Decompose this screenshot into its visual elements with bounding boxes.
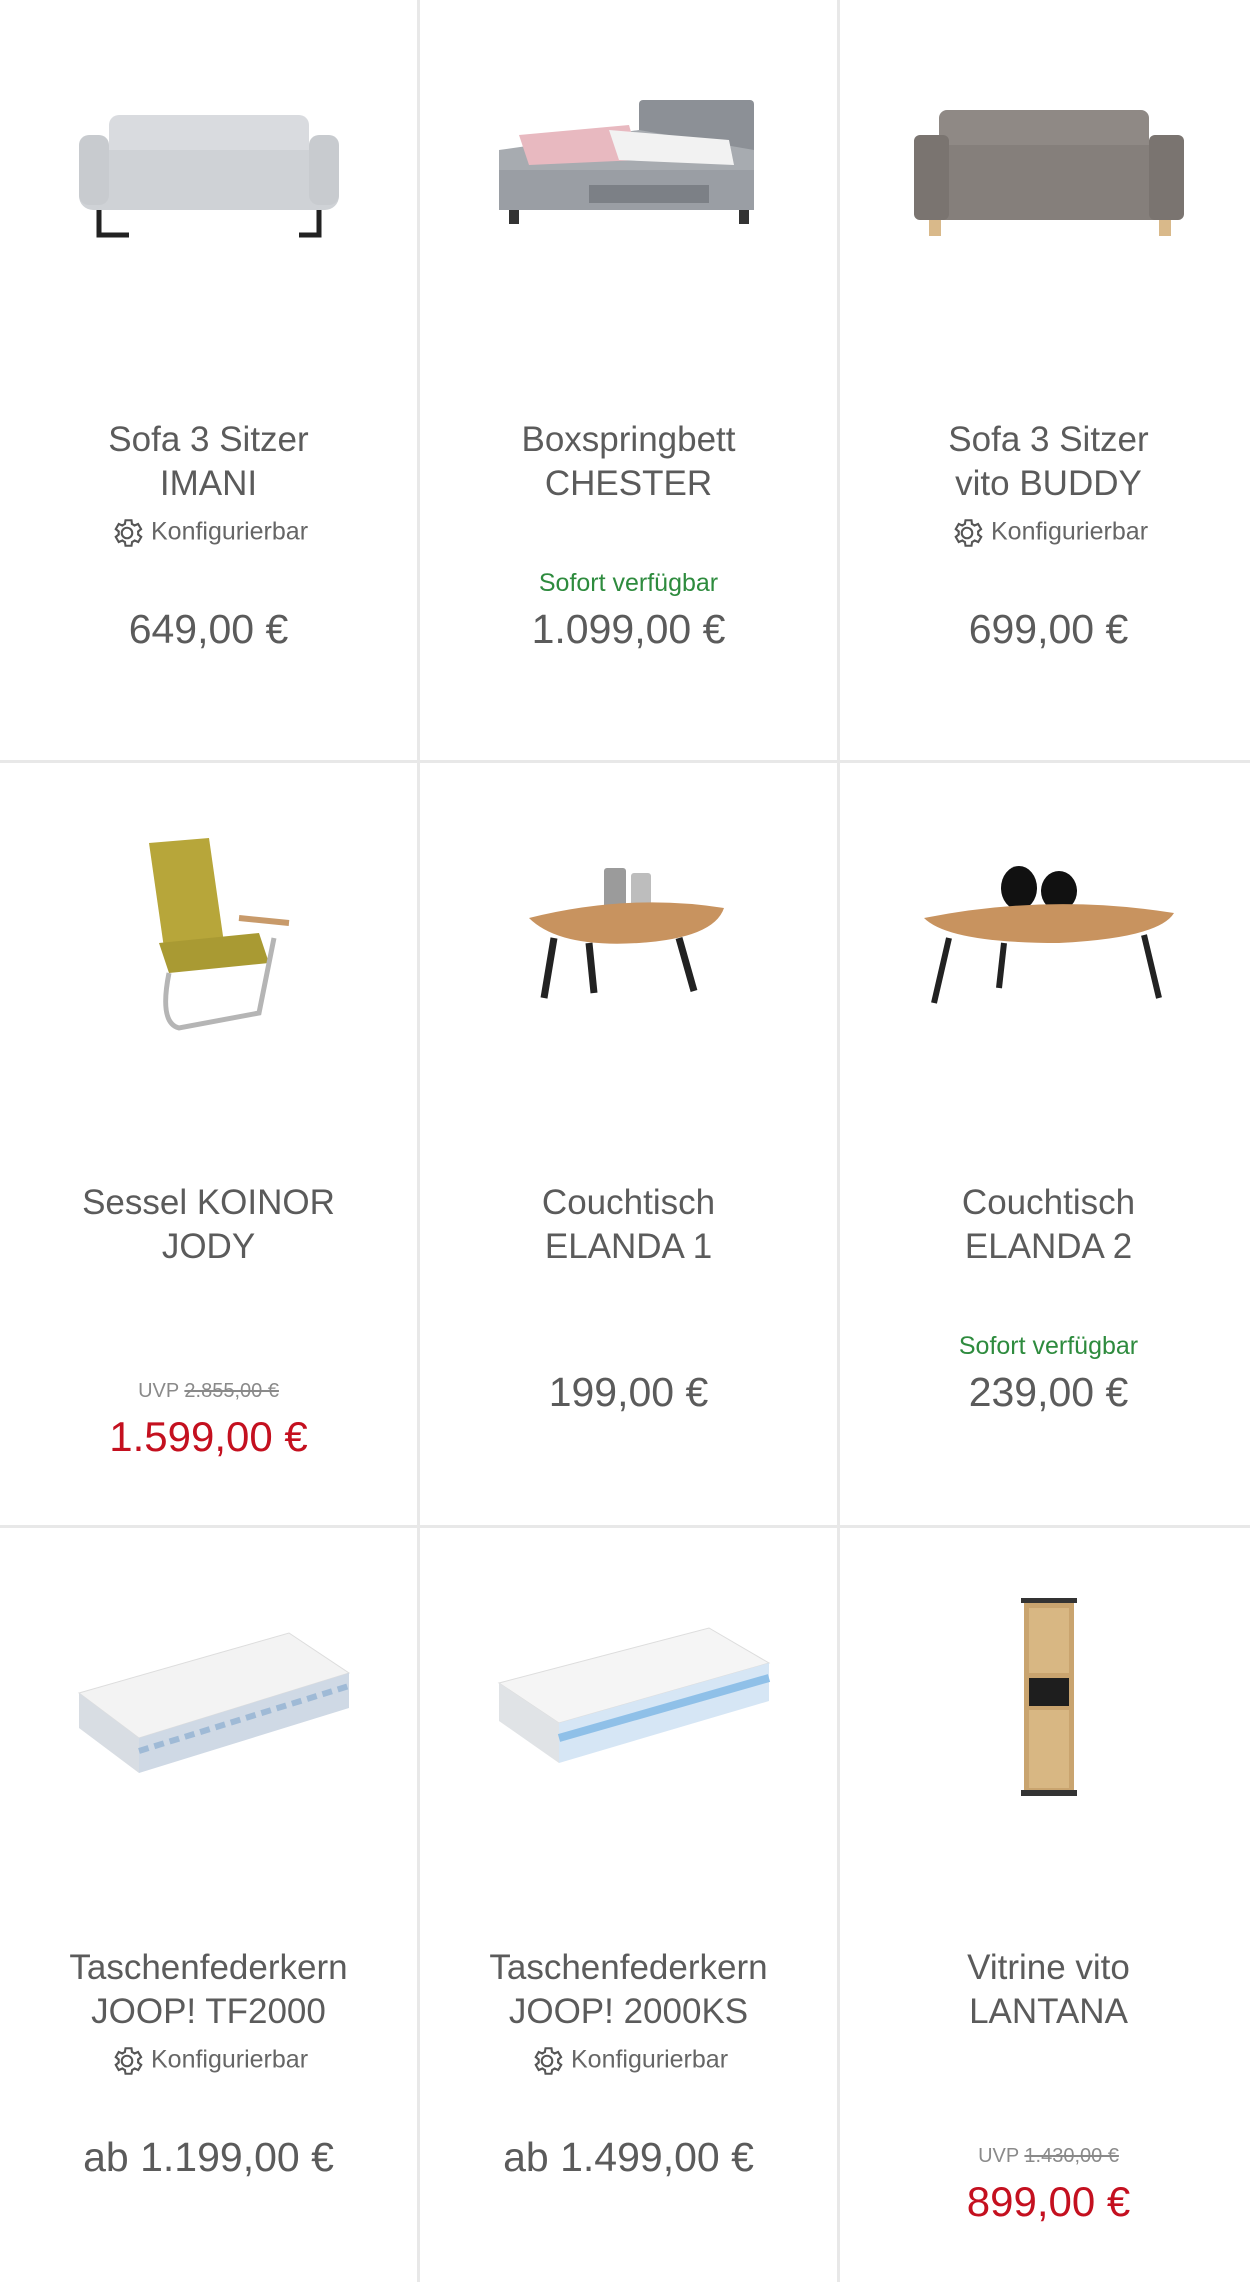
uvp-label: UVP: [138, 1380, 179, 1402]
product-title[interactable]: Taschenfederkern JOOP! 2000KS: [420, 1946, 837, 2034]
product-card[interactable]: Vitrine vito LANTANA UVP 1.430,00 € 899,…: [840, 1528, 1250, 2288]
product-card[interactable]: Couchtisch ELANDA 2 Sofort verfügbar 239…: [840, 763, 1250, 1523]
product-title-line: Couchtisch: [541, 1183, 716, 1222]
product-image[interactable]: [840, 40, 1250, 300]
product-title-line: Taschenfederkern: [489, 1948, 768, 1987]
configurable-badge: Konfigurierbar: [0, 2043, 417, 2079]
product-title-line: ELANDA 1: [544, 1227, 713, 1266]
product-title-line: JOOP! 2000KS: [508, 1992, 749, 2031]
product-title-line: vito BUDDY: [955, 464, 1142, 503]
product-image[interactable]: [420, 1568, 837, 1828]
product-title-line: Boxspringbett: [521, 420, 736, 459]
sale-price: 1.599,00 €: [109, 1413, 308, 1460]
product-price: 1.099,00 €: [531, 606, 726, 652]
product-title[interactable]: Sofa 3 Sitzer IMANI: [0, 418, 417, 506]
product-image[interactable]: [420, 40, 837, 300]
product-card[interactable]: Sofa 3 Sitzer vito BUDDY Konfigurierbar …: [840, 0, 1250, 760]
product-title-line: Sessel KOINOR: [82, 1183, 335, 1222]
gear-icon: [114, 2047, 143, 2075]
product-image[interactable]: [840, 1568, 1250, 1828]
product-title-line: LANTANA: [969, 1992, 1128, 2031]
product-title[interactable]: Couchtisch ELANDA 1: [420, 1181, 837, 1269]
badge-label: Konfigurierbar: [150, 517, 309, 546]
uvp-price: UVP 2.855,00 €: [0, 1380, 417, 1403]
product-image[interactable]: [420, 803, 837, 1063]
configurable-badge: Konfigurierbar: [840, 515, 1250, 551]
uvp-price: UVP 1.430,00 €: [840, 2145, 1250, 2168]
product-image[interactable]: [0, 40, 417, 300]
badge-label: Konfigurierbar: [990, 517, 1149, 546]
product-title-line: Sofa 3 Sitzer: [108, 420, 309, 459]
product-title-line: Vitrine vito: [967, 1948, 1130, 1987]
product-image[interactable]: [0, 803, 417, 1063]
product-price: 199,00 €: [548, 1369, 709, 1415]
product-title[interactable]: Sessel KOINOR JODY: [0, 1181, 417, 1269]
product-image[interactable]: [0, 1568, 417, 1828]
product-title-line: Couchtisch: [961, 1183, 1136, 1222]
product-price: ab 1.499,00 €: [503, 2134, 754, 2180]
product-card[interactable]: Taschenfederkern JOOP! 2000KS Konfigurie…: [420, 1528, 837, 2288]
product-card[interactable]: Boxspringbett CHESTER Sofort verfügbar 1…: [420, 0, 837, 760]
product-title[interactable]: Sofa 3 Sitzer vito BUDDY: [840, 418, 1250, 506]
product-title[interactable]: Couchtisch ELANDA 2: [840, 1181, 1250, 1269]
product-card[interactable]: Sofa 3 Sitzer IMANI Konfigurierbar 649,0…: [0, 0, 417, 760]
uvp-label: UVP: [978, 2145, 1019, 2167]
product-price: 699,00 €: [968, 606, 1129, 652]
gear-icon: [954, 519, 983, 547]
product-card[interactable]: Couchtisch ELANDA 1 199,00 €: [420, 763, 837, 1523]
configurable-badge: Konfigurierbar: [0, 515, 417, 551]
sale-price: 899,00 €: [966, 2178, 1131, 2225]
product-image[interactable]: [840, 803, 1250, 1063]
gear-icon: [534, 2047, 563, 2075]
product-title[interactable]: Boxspringbett CHESTER: [420, 418, 837, 506]
gear-icon: [114, 519, 143, 547]
uvp-old-price: 2.855,00 €: [184, 1380, 279, 1402]
product-grid: Sofa 3 Sitzer IMANI Konfigurierbar 649,0…: [0, 0, 1250, 2282]
uvp-old-price: 1.430,00 €: [1024, 2145, 1119, 2167]
product-title[interactable]: Vitrine vito LANTANA: [840, 1946, 1250, 2034]
product-title-line: CHESTER: [544, 464, 713, 503]
product-title-line: JODY: [161, 1227, 256, 1266]
product-title-line: JOOP! TF2000: [91, 1992, 326, 2031]
badge-label: Konfigurierbar: [150, 2045, 309, 2074]
product-price: 649,00 €: [128, 606, 289, 652]
availability-status: Sofort verfügbar: [958, 1332, 1139, 1360]
product-title-line: IMANI: [159, 464, 258, 503]
availability-status: Sofort verfügbar: [538, 569, 719, 597]
product-card[interactable]: Taschenfederkern JOOP! TF2000 Konfigurie…: [0, 1528, 417, 2288]
product-title-line: Sofa 3 Sitzer: [948, 420, 1149, 459]
product-card[interactable]: Sessel KOINOR JODY UVP 2.855,00 € 1.599,…: [0, 763, 417, 1523]
product-title-line: ELANDA 2: [964, 1227, 1133, 1266]
configurable-badge: Konfigurierbar: [420, 2043, 837, 2079]
product-title-line: Taschenfederkern: [69, 1948, 348, 1987]
product-price: ab 1.199,00 €: [83, 2134, 334, 2180]
product-title[interactable]: Taschenfederkern JOOP! TF2000: [0, 1946, 417, 2034]
product-price: 239,00 €: [968, 1369, 1129, 1415]
badge-label: Konfigurierbar: [570, 2045, 729, 2074]
